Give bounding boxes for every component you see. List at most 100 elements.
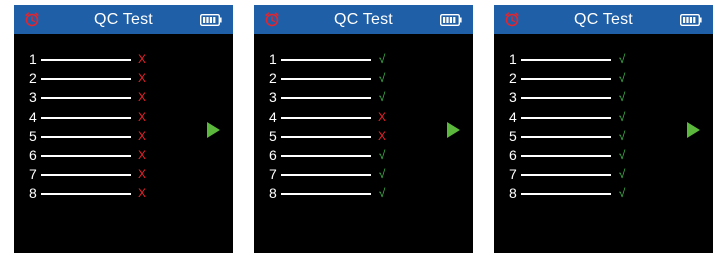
wire-row: 5X xyxy=(254,127,473,146)
battery-icon xyxy=(440,14,462,26)
qc-screen-3: QC Test 1 √ 2 √ 3 √ 4 √ 5 √ 6 √ 7 √ 8 √ xyxy=(494,5,713,253)
wire-line xyxy=(41,154,131,157)
wire-row: 5 √ xyxy=(494,127,713,146)
pass-mark: √ xyxy=(618,186,626,201)
wire-line xyxy=(521,154,611,157)
wire-row: 7 √ xyxy=(494,165,713,184)
wire-number: 8 xyxy=(509,185,517,202)
wire-line xyxy=(281,78,371,81)
fail-mark: X xyxy=(137,109,146,124)
wire-row: 2 √ xyxy=(254,69,473,88)
wire-map-list: 1X 2X 3X 4X 5X 6X 7X 8X xyxy=(14,50,233,204)
pass-mark: √ xyxy=(618,167,626,182)
wire-row: 2 √ xyxy=(494,69,713,88)
wire-row: 3 √ xyxy=(254,88,473,107)
play-arrow-icon[interactable] xyxy=(687,122,700,138)
pass-mark: √ xyxy=(618,71,626,86)
battery-icon xyxy=(200,14,222,26)
wire-row: 1 √ xyxy=(254,50,473,69)
wire-number: 2 xyxy=(269,70,277,87)
wire-number: 1 xyxy=(509,51,517,67)
wire-line xyxy=(41,78,131,81)
wire-number: 3 xyxy=(29,89,37,106)
qc-screen-2: QC Test 1 √ 2 √ 3 √ 4X 5X 6 √ 7 √ 8 √ xyxy=(254,5,473,253)
wire-line xyxy=(281,59,371,61)
wire-line xyxy=(41,174,131,177)
wire-number: 8 xyxy=(29,185,37,202)
pass-mark: √ xyxy=(618,128,626,143)
wire-number: 1 xyxy=(269,51,277,67)
fail-mark: X xyxy=(137,128,146,143)
wire-line xyxy=(41,59,131,61)
wire-row: 8X xyxy=(14,184,233,203)
header-bar: QC Test xyxy=(254,5,473,34)
wire-line xyxy=(281,193,371,196)
wire-number: 4 xyxy=(509,108,517,125)
wire-row: 3 √ xyxy=(494,88,713,107)
pass-mark: √ xyxy=(378,186,386,201)
fail-mark: X xyxy=(137,52,146,66)
wire-number: 1 xyxy=(29,51,37,67)
battery-icon xyxy=(680,14,702,26)
wire-line xyxy=(41,116,131,119)
wire-line xyxy=(281,135,371,138)
play-arrow-icon[interactable] xyxy=(207,122,220,138)
fail-mark: X xyxy=(137,147,146,162)
wire-number: 2 xyxy=(509,70,517,87)
header-bar: QC Test xyxy=(494,5,713,34)
wire-row: 4 √ xyxy=(494,108,713,127)
wire-number: 5 xyxy=(509,127,517,144)
wire-number: 7 xyxy=(29,166,37,183)
wire-line xyxy=(41,193,131,196)
wire-row: 5X xyxy=(14,127,233,146)
wire-number: 7 xyxy=(269,166,277,183)
wire-line xyxy=(281,97,371,100)
fail-mark: X xyxy=(137,90,146,105)
wire-map-list: 1 √ 2 √ 3 √ 4 √ 5 √ 6 √ 7 √ 8 √ xyxy=(494,50,713,204)
fail-mark: X xyxy=(377,109,386,124)
wire-line xyxy=(281,116,371,119)
wire-row: 6X xyxy=(14,146,233,165)
header-bar: QC Test xyxy=(14,5,233,34)
qc-screen-1: QC Test 1X 2X 3X 4X 5X 6X 7X 8X xyxy=(14,5,233,253)
wire-row: 2X xyxy=(14,69,233,88)
qc-test-screens: QC Test 1X 2X 3X 4X 5X 6X 7X 8X QC Test … xyxy=(0,0,715,255)
pass-mark: √ xyxy=(378,167,386,182)
wire-row: 8 √ xyxy=(254,184,473,203)
pass-mark: √ xyxy=(618,147,626,162)
wire-line xyxy=(281,174,371,177)
wire-row: 7X xyxy=(14,165,233,184)
wire-row: 7 √ xyxy=(254,165,473,184)
wire-line xyxy=(521,135,611,138)
wire-row: 6 √ xyxy=(254,146,473,165)
wire-row: 6 √ xyxy=(494,146,713,165)
play-arrow-icon[interactable] xyxy=(447,122,460,138)
pass-mark: √ xyxy=(378,52,386,66)
wire-line xyxy=(521,97,611,100)
pass-mark: √ xyxy=(378,90,386,105)
wire-map-list: 1 √ 2 √ 3 √ 4X 5X 6 √ 7 √ 8 √ xyxy=(254,50,473,204)
pass-mark: √ xyxy=(378,71,386,86)
wire-row: 1 √ xyxy=(494,50,713,69)
fail-mark: X xyxy=(137,71,146,86)
wire-line xyxy=(521,59,611,61)
pass-mark: √ xyxy=(378,147,386,162)
wire-number: 5 xyxy=(29,127,37,144)
wire-line xyxy=(521,174,611,177)
wire-row: 1X xyxy=(14,50,233,69)
wire-number: 4 xyxy=(29,108,37,125)
wire-row: 4X xyxy=(254,108,473,127)
wire-number: 4 xyxy=(269,108,277,125)
wire-line xyxy=(41,135,131,138)
wire-row: 4X xyxy=(14,108,233,127)
wire-number: 5 xyxy=(269,127,277,144)
wire-number: 2 xyxy=(29,70,37,87)
wire-line xyxy=(41,97,131,100)
wire-row: 8 √ xyxy=(494,184,713,203)
wire-line xyxy=(521,78,611,81)
pass-mark: √ xyxy=(618,90,626,105)
wire-number: 6 xyxy=(29,146,37,163)
wire-number: 6 xyxy=(269,146,277,163)
wire-line xyxy=(281,154,371,157)
fail-mark: X xyxy=(137,167,146,182)
